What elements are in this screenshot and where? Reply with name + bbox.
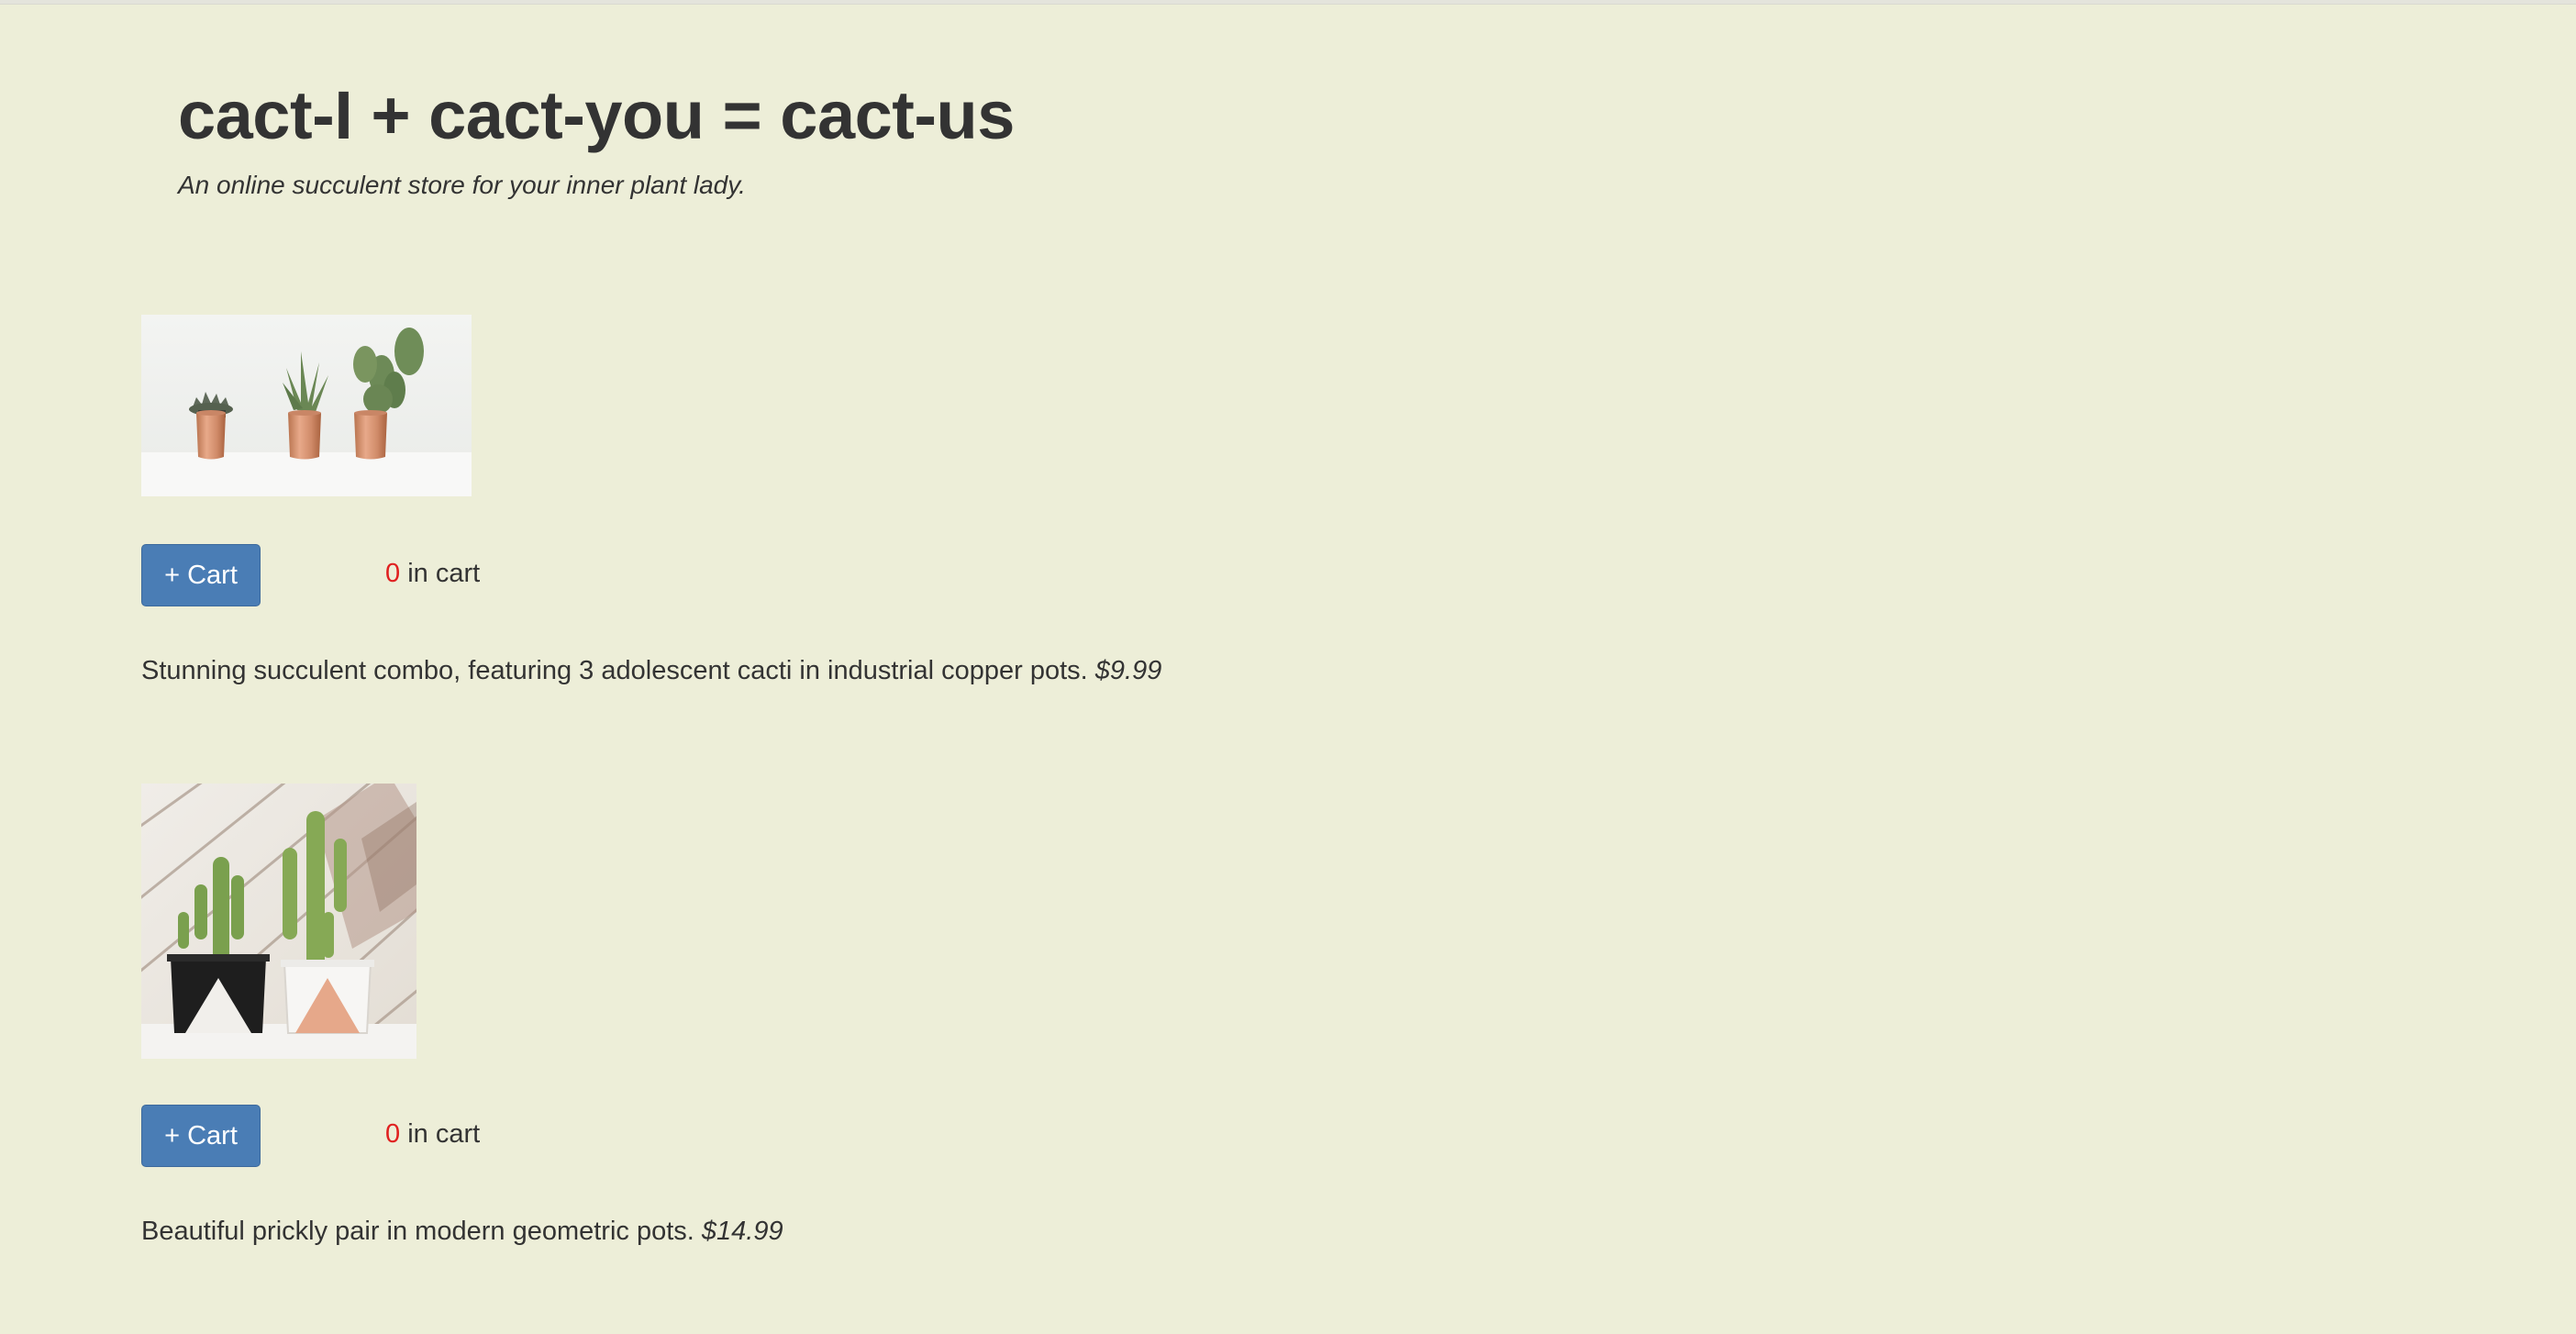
- product-description-line: Beautiful prickly pair in modern geometr…: [141, 1215, 783, 1248]
- product-description: Stunning succulent combo, featuring 3 ad…: [141, 656, 1088, 685]
- site-tagline: An online succulent store for your inner…: [178, 171, 746, 199]
- product-description: Beautiful prickly pair in modern geometr…: [141, 1217, 694, 1246]
- product-price: $14.99: [701, 1217, 783, 1246]
- add-to-cart-button[interactable]: + Cart: [141, 1105, 261, 1167]
- cart-row: + Cart 0 in cart: [141, 544, 1161, 608]
- cart-status: 0 in cart: [385, 557, 480, 590]
- add-to-cart-button[interactable]: + Cart: [141, 544, 261, 606]
- product-image: [141, 315, 472, 496]
- cart-status-label: in cart: [407, 1119, 481, 1149]
- product-image: [141, 784, 416, 1059]
- cart-status: 0 in cart: [385, 1117, 480, 1151]
- top-border: [0, 0, 2576, 5]
- cart-count: 0: [385, 1119, 401, 1149]
- product-card: + Cart 0 in cart Beautiful prickly pair …: [141, 784, 783, 1274]
- product-description-line: Stunning succulent combo, featuring 3 ad…: [141, 654, 1161, 687]
- cart-count: 0: [385, 559, 401, 588]
- site-header: cact-I + cact-you = cact-us An online su…: [178, 72, 1015, 202]
- site-title: cact-I + cact-you = cact-us: [178, 77, 1015, 153]
- product-price: $9.99: [1094, 656, 1162, 685]
- cart-status-label: in cart: [407, 559, 481, 588]
- product-card: + Cart 0 in cart Stunning succulent comb…: [141, 315, 1161, 714]
- cart-row: + Cart 0 in cart: [141, 1105, 783, 1169]
